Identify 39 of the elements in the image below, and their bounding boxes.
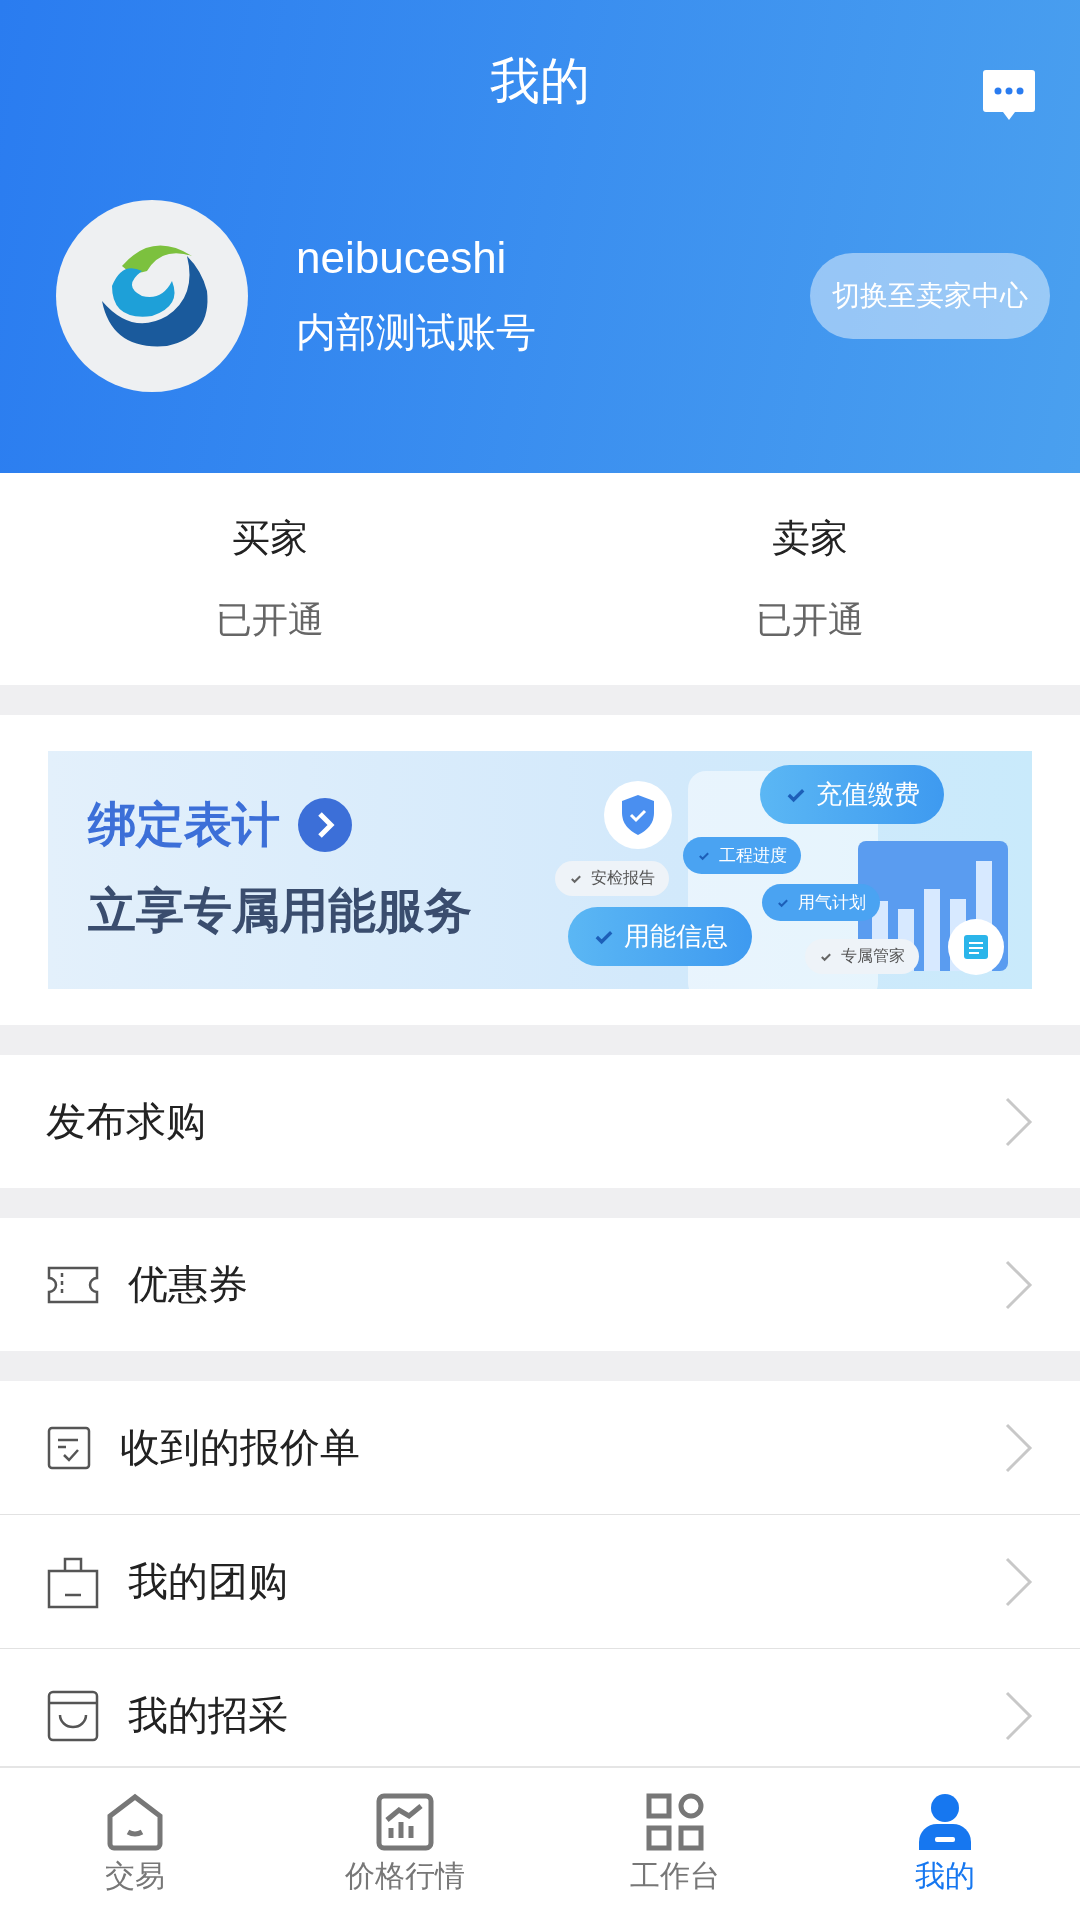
tab-item[interactable]: 工作台	[540, 1768, 810, 1920]
chart-icon	[375, 1791, 435, 1852]
promo-banner[interactable]: 绑定表计 立享专属用能服务 充值缴费 工程进度 安检报告 用气计划 用能信息 专属管家	[48, 751, 1032, 989]
home-icon	[105, 1791, 165, 1852]
message-icon[interactable]	[982, 68, 1036, 122]
account-label: 内部测试账号	[296, 308, 537, 356]
role-status: 已开通	[216, 598, 324, 642]
menu-item[interactable]: 收到的报价单	[0, 1381, 1080, 1514]
chevron-right-icon	[1004, 1258, 1034, 1311]
shield-icon	[604, 781, 672, 849]
feature-chip: 安检报告	[555, 861, 669, 896]
menu-item[interactable]: 我的团购	[0, 1514, 1080, 1648]
grid-icon	[645, 1791, 705, 1852]
tab-item[interactable]: 我的	[810, 1768, 1080, 1920]
username: neibuceshi	[296, 232, 508, 283]
chevron-right-icon	[1004, 1689, 1034, 1742]
menu-item[interactable]: 优惠券	[0, 1218, 1080, 1351]
tab-item[interactable]: 价格行情	[270, 1768, 540, 1920]
document-check-icon	[46, 1424, 92, 1471]
feature-chip: 充值缴费	[760, 765, 944, 824]
role-name: 买家	[232, 516, 308, 561]
banner-subline: 立享专属用能服务	[88, 883, 472, 939]
feature-chip: 专属管家	[805, 939, 919, 974]
ticket-icon	[46, 1264, 100, 1305]
menu-item[interactable]: 发布求购	[0, 1055, 1080, 1188]
feature-chip: 用气计划	[762, 884, 880, 921]
role-name: 卖家	[772, 516, 848, 561]
page-title: 我的	[490, 52, 590, 111]
banner-headline: 绑定表计	[88, 797, 280, 853]
chevron-right-icon	[1004, 1095, 1034, 1148]
role-status: 已开通	[756, 598, 864, 642]
chevron-right-icon	[1004, 1555, 1034, 1608]
document-icon	[948, 919, 1004, 975]
tray-icon	[46, 1688, 100, 1743]
feature-chip: 用能信息	[568, 907, 752, 966]
chevron-right-icon	[1004, 1421, 1034, 1474]
feature-chip: 工程进度	[683, 837, 801, 874]
chevron-right-icon	[298, 798, 352, 852]
tab-item[interactable]: 交易	[0, 1768, 270, 1920]
